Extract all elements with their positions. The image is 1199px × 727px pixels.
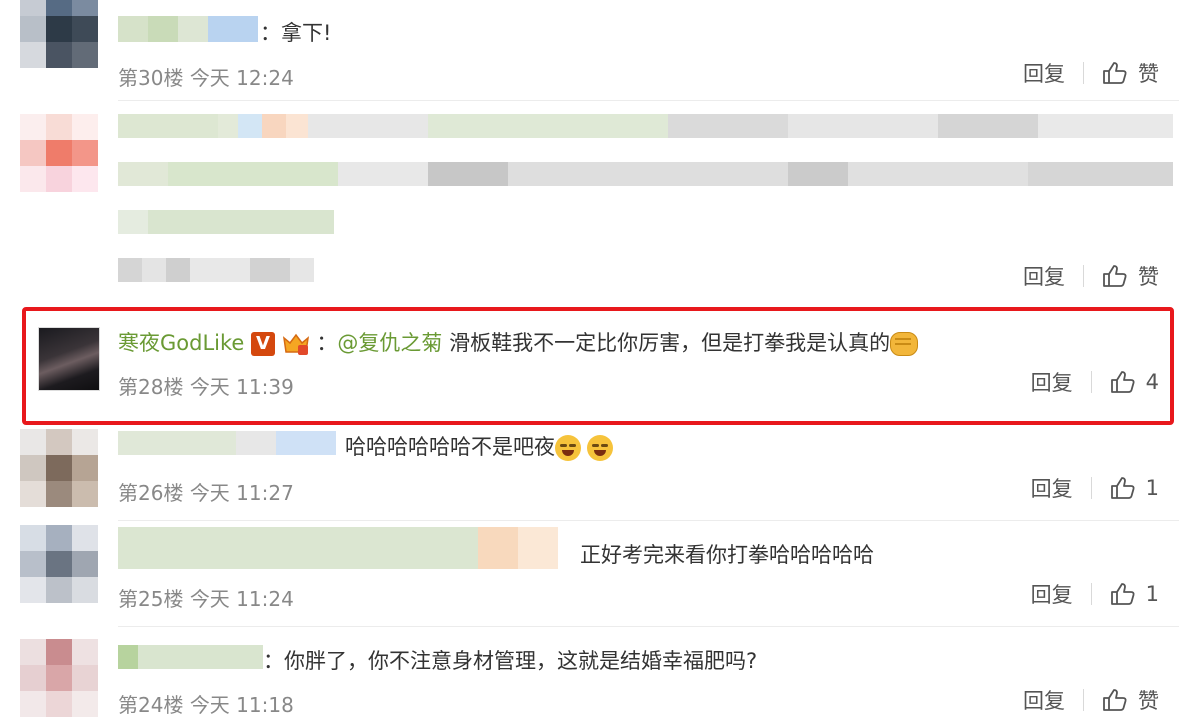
blurred-avatar[interactable]: [20, 639, 98, 717]
reply-button[interactable]: 回复: [1031, 579, 1073, 609]
comment-text: ：拿下!: [260, 21, 332, 45]
divider: [1090, 477, 1092, 499]
comment-actions: 回复 赞: [1023, 685, 1159, 715]
floor-number: 第25楼: [118, 587, 184, 611]
divider: [1083, 62, 1084, 84]
comment-time: 今天 12:24: [189, 66, 294, 90]
comment-actions: 回复 1: [1031, 579, 1159, 609]
comment-meta: 第30楼 今天 12:24: [118, 62, 294, 91]
comment-time: 今天 11:18: [189, 693, 294, 717]
blurred-username: [118, 527, 558, 569]
floor-number: 第24楼: [118, 693, 184, 717]
like-count: 赞: [1138, 62, 1159, 86]
like-button[interactable]: 4: [1110, 370, 1159, 394]
divider: [1083, 689, 1084, 711]
divider: [1090, 583, 1092, 605]
thumbs-up-icon: [1110, 371, 1135, 393]
reply-button[interactable]: 回复: [1023, 261, 1065, 291]
comment-text: 滑板鞋我不一定比你厉害，但是打拳我是认真的: [449, 331, 891, 355]
blurred-comment-text: [118, 114, 1178, 282]
comment-30: ：拿下! 第30楼 今天 12:24 回复 赞: [0, 0, 1199, 100]
comment-actions: 回复 赞: [1023, 58, 1159, 88]
fist-emoji-icon: [890, 332, 919, 356]
comment-25: 正好考完来看你打拳哈哈哈哈哈 第25楼 今天 11:24 回复 1: [0, 521, 1199, 625]
reply-button[interactable]: 回复: [1023, 685, 1065, 715]
reply-button[interactable]: 回复: [1031, 367, 1073, 397]
reply-button[interactable]: 回复: [1023, 58, 1065, 88]
comment-line: 寒夜GodLike V ：@复仇之菊 滑板鞋我不一定比你厉害，但是打拳我是认真的: [118, 327, 919, 357]
like-button[interactable]: 赞: [1102, 58, 1159, 88]
like-count: 1: [1145, 476, 1159, 500]
thumbs-up-icon: [1103, 62, 1127, 84]
reply-button[interactable]: 回复: [1031, 473, 1073, 503]
blurred-avatar[interactable]: [20, 429, 98, 507]
floor-number: 第26楼: [118, 481, 184, 505]
divider: [1083, 265, 1084, 287]
comment-26: 哈哈哈哈哈哈不是吧夜 第26楼 今天 11:27 回复 1: [0, 425, 1199, 520]
user-avatar[interactable]: [38, 327, 100, 391]
comment-time: 今天 11:27: [189, 481, 294, 505]
comment-actions: 回复 赞: [1023, 261, 1159, 291]
like-count: 4: [1145, 370, 1159, 394]
comment-text: ：你胖了，你不注意身材管理，这就是结婚幸福肥吗?: [263, 649, 758, 673]
blurred-avatar[interactable]: [20, 0, 98, 68]
like-button[interactable]: 赞: [1102, 685, 1159, 715]
comment-28: 寒夜GodLike V ：@复仇之菊 滑板鞋我不一定比你厉害，但是打拳我是认真的…: [0, 311, 1199, 421]
comment-meta: 第25楼 今天 11:24: [118, 583, 294, 612]
floor-number: 第30楼: [118, 66, 184, 90]
comment-actions: 回复 1: [1031, 473, 1159, 503]
like-count: 1: [1145, 582, 1159, 606]
thumbs-up-icon: [1110, 583, 1135, 605]
like-button[interactable]: 1: [1110, 476, 1159, 500]
comment-text: 正好考完来看你打拳哈哈哈哈哈: [580, 543, 874, 567]
thumbs-up-icon: [1103, 689, 1127, 711]
like-count: 赞: [1138, 689, 1159, 713]
laughing-emoji-icon: [555, 435, 581, 461]
thumbs-up-icon: [1103, 265, 1127, 287]
mention-link[interactable]: @复仇之菊: [337, 331, 442, 355]
like-count: 赞: [1138, 265, 1159, 289]
thumbs-up-icon: [1110, 477, 1135, 499]
comment-29: 回复 赞: [0, 100, 1199, 305]
comment-actions: 回复 4: [1031, 367, 1159, 397]
blurred-username: [118, 645, 263, 669]
laughing-emoji-icon: [587, 435, 613, 461]
comment-text: 哈哈哈哈哈哈不是吧夜: [345, 435, 555, 459]
like-button[interactable]: 赞: [1102, 261, 1159, 291]
verified-badge: V: [251, 332, 276, 356]
comment-text-line: 哈哈哈哈哈哈不是吧夜: [345, 431, 613, 461]
username[interactable]: 寒夜GodLike: [118, 331, 244, 355]
comment-meta: 第28楼 今天 11:39: [118, 371, 294, 400]
floor-number: 第28楼: [118, 375, 184, 399]
divider: [1090, 371, 1092, 393]
crown-icon: [282, 332, 310, 356]
comment-time: 今天 11:39: [189, 375, 294, 399]
blurred-username: [118, 16, 258, 42]
like-button[interactable]: 1: [1110, 582, 1159, 606]
comment-time: 今天 11:24: [189, 587, 294, 611]
comment-24: ：你胖了，你不注意身材管理，这就是结婚幸福肥吗? 第24楼 今天 11:18 回…: [0, 627, 1199, 727]
blurred-username: [118, 425, 336, 463]
blurred-avatar[interactable]: [20, 525, 98, 603]
comment-meta: 第26楼 今天 11:27: [118, 477, 294, 506]
comment-meta: 第24楼 今天 11:18: [118, 689, 294, 718]
blurred-avatar[interactable]: [20, 114, 98, 192]
